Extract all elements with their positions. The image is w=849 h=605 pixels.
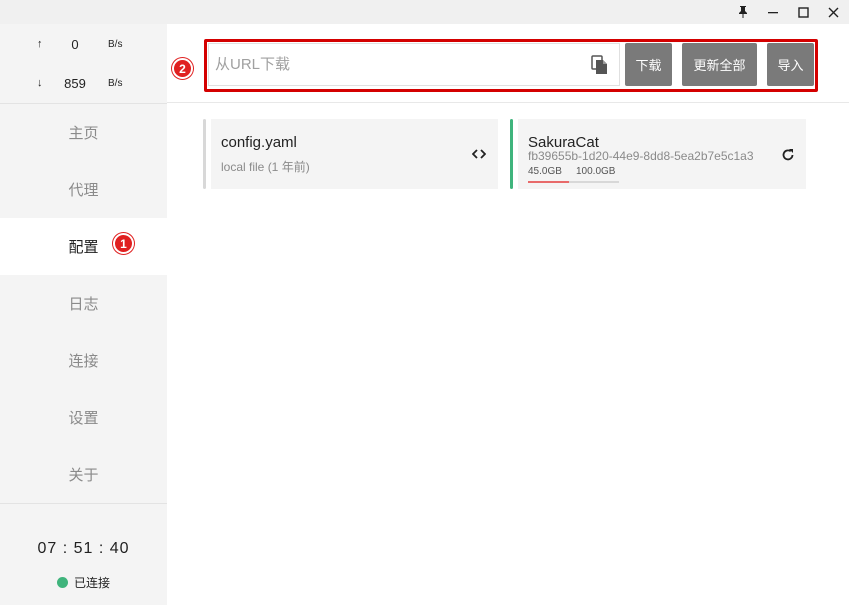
download-arrow-icon: ↓ — [37, 77, 43, 89]
title-bar — [0, 0, 849, 24]
upload-arrow-icon: ↑ — [37, 38, 43, 50]
minimize-icon[interactable] — [758, 0, 788, 24]
code-icon[interactable] — [471, 146, 487, 162]
sidebar: ↑ 0 B/s ↓ 859 B/s 主页 代理 配置 日志 连接 设置 关于 0… — [0, 24, 167, 605]
profile-card[interactable]: config.yaml local file (1 年前) — [203, 119, 498, 189]
usage-total: 100.0GB — [576, 166, 616, 177]
profile-toolbar: 下载 更新全部 导入 — [167, 24, 849, 103]
connection-status: 已连接 — [0, 574, 167, 591]
nav-item-logs[interactable]: 日志 — [0, 275, 167, 332]
pin-icon[interactable] — [728, 0, 758, 24]
profile-subtitle: local file (1 年前) — [221, 160, 310, 174]
usage-progress-fill — [528, 181, 569, 183]
status-label: 已连接 — [73, 576, 110, 590]
download-speed-value: 859 — [64, 76, 86, 91]
nav-item-profiles[interactable]: 配置 — [0, 218, 167, 275]
usage-used: 45.0GB — [528, 166, 562, 177]
profile-name: config.yaml — [221, 134, 297, 151]
nav-item-home[interactable]: 主页 — [0, 104, 167, 161]
clock: 07 : 51 : 40 — [37, 540, 130, 557]
download-speed-unit: B/s — [108, 78, 123, 89]
maximize-icon[interactable] — [788, 0, 818, 24]
download-speed: ↓ 859 B/s — [0, 75, 167, 95]
upload-speed-unit: B/s — [108, 39, 123, 50]
upload-speed: ↑ 0 B/s — [0, 36, 167, 56]
profile-accent-bar — [203, 119, 206, 189]
profile-subtitle: fb39655b-1d20-44e9-8dd8-5ea2b7e5c1a3 — [528, 149, 754, 163]
annotation-badge-1: 1 — [113, 233, 134, 254]
nav-item-settings[interactable]: 设置 — [0, 389, 167, 446]
upload-speed-value: 0 — [71, 37, 79, 52]
profile-card[interactable]: SakuraCat fb39655b-1d20-44e9-8dd8-5ea2b7… — [510, 119, 806, 189]
nav-item-connections[interactable]: 连接 — [0, 332, 167, 389]
annotation-badge-2: 2 — [172, 58, 193, 79]
nav-item-about[interactable]: 关于 — [0, 446, 167, 503]
nav-item-proxies[interactable]: 代理 — [0, 161, 167, 218]
close-icon[interactable] — [818, 0, 848, 24]
usage-progress-bar — [528, 181, 619, 183]
profile-accent-bar — [510, 119, 513, 189]
refresh-icon[interactable] — [780, 147, 796, 163]
annotation-highlight-box — [204, 39, 818, 92]
main-panel: 下载 更新全部 导入 config.yaml local file (1 年前)… — [167, 24, 849, 605]
divider — [0, 503, 167, 504]
status-dot-icon — [56, 577, 68, 588]
